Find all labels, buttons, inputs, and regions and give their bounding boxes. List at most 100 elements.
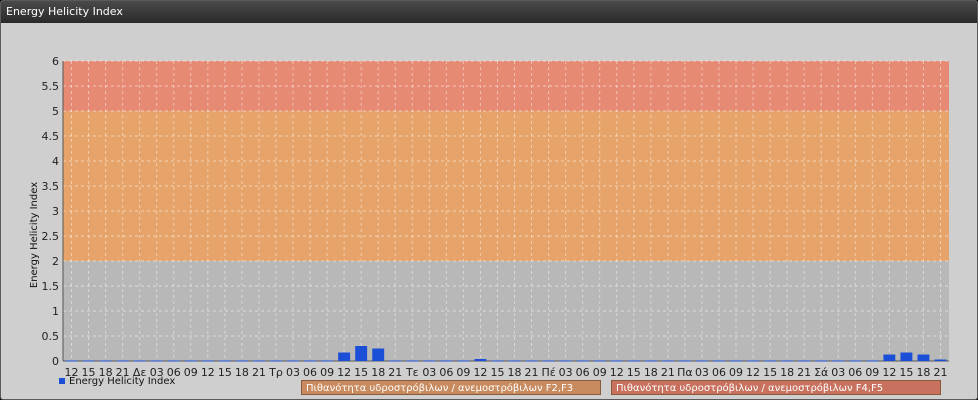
x-tick-label: 03 (286, 366, 300, 379)
bar (372, 348, 385, 361)
bar (474, 359, 487, 361)
x-tick-label: 18 (371, 366, 385, 379)
bar (730, 360, 742, 362)
x-tick-label: 09 (729, 366, 743, 379)
legend-band-f4f5: Πιθανότητα υδροστρόβιλων / ανεμοστρόβιλω… (611, 380, 941, 395)
legend-band-f2f3: Πιθανότητα υδροστρόβιλων / ανεμοστρόβιλω… (301, 380, 601, 395)
bar (99, 360, 112, 362)
bar (900, 352, 913, 361)
y-axis-label: Energy Helicity Index (29, 182, 40, 288)
x-tick-label: 15 (354, 366, 368, 379)
bar (627, 360, 640, 362)
x-tick-label: Πα (677, 366, 693, 379)
x-tick-label: Τε (405, 366, 419, 379)
x-tick-label: 09 (320, 366, 334, 379)
x-tick-label: 03 (831, 366, 845, 379)
x-tick-label: 21 (525, 366, 539, 379)
y-tick-label: 1 (52, 305, 59, 318)
bar (218, 360, 231, 362)
x-tick-label: 21 (933, 366, 947, 379)
bar (525, 360, 538, 362)
bar (559, 360, 572, 362)
window-title: Energy Helicity Index (1, 1, 977, 23)
x-tick-label: 06 (712, 366, 726, 379)
y-tick-label: 4.5 (42, 130, 60, 143)
bar (133, 360, 146, 362)
x-tick-label: 15 (899, 366, 913, 379)
bar (252, 360, 265, 362)
bar (338, 352, 351, 361)
bar (661, 360, 674, 362)
y-tick-label: 4 (52, 155, 59, 168)
bar (304, 360, 317, 362)
x-tick-label: 03 (559, 366, 573, 379)
bar (508, 360, 521, 362)
bar (695, 360, 708, 362)
bar (713, 360, 725, 362)
x-tick-label: Πέ (541, 366, 555, 379)
bar (423, 360, 436, 362)
x-tick-label: 18 (508, 366, 522, 379)
bar (764, 360, 777, 362)
x-tick-label: 15 (627, 366, 641, 379)
x-tick-label: 06 (303, 366, 317, 379)
x-tick-label: 15 (490, 366, 504, 379)
bar (65, 360, 78, 362)
bar (116, 360, 129, 362)
x-tick-label: 09 (593, 366, 607, 379)
bar (235, 360, 248, 362)
bar (321, 360, 334, 362)
bar (82, 360, 95, 362)
y-tick-label: 2.5 (42, 230, 60, 243)
y-tick-label: 0 (52, 355, 59, 368)
x-tick-label: 21 (797, 366, 811, 379)
bar (934, 359, 947, 361)
bar (491, 360, 504, 362)
chart-area: 00.511.522.533.544.555.5612 15 18 21 Δε 03 06 0… (29, 55, 949, 379)
bar (542, 360, 555, 362)
x-tick-label: 09 (184, 366, 198, 379)
bar (355, 346, 368, 361)
chart-panel: Energy Helicity Index 0 0.5 1 1.5 2 2.5 3 3.5 4 4… (0, 0, 978, 400)
bar (593, 360, 606, 362)
bar (150, 360, 163, 362)
bar (883, 354, 896, 361)
legend-series-swatch (59, 378, 65, 384)
x-tick-label: 18 (916, 366, 930, 379)
legend-series-label: Energy Helicity Index (69, 376, 176, 387)
x-tick-label: 06 (848, 366, 862, 379)
x-tick-label: 21 (388, 366, 402, 379)
x-tick-label: 15 (218, 366, 232, 379)
y-tick-label: 3 (52, 205, 59, 218)
x-tick-label: 12 (473, 366, 487, 379)
bar (440, 360, 453, 362)
x-tick-label: 12 (882, 366, 896, 379)
x-tick-label: 18 (644, 366, 658, 379)
x-tick-label: 12 (337, 366, 351, 379)
y-tick-label: 2 (52, 255, 59, 268)
bar (866, 360, 879, 362)
x-tick-label: 06 (439, 366, 453, 379)
x-tick-label: 12 (201, 366, 215, 379)
bar (644, 360, 657, 362)
x-tick-label: 21 (252, 366, 266, 379)
bar (270, 360, 282, 362)
x-tick-label: 15 (763, 366, 777, 379)
bar (832, 360, 845, 362)
bar (389, 360, 402, 362)
y-tick-label: 3.5 (42, 180, 60, 193)
x-tick-label: 18 (235, 366, 249, 379)
y-tick-label: 1.5 (42, 280, 60, 293)
y-tick-label: 5.5 (42, 80, 60, 93)
x-tick-label: 03 (422, 366, 436, 379)
x-tick-label: 03 (695, 366, 709, 379)
bar (917, 354, 930, 361)
x-tick-label: 18 (780, 366, 794, 379)
bar (781, 360, 794, 362)
bar (457, 360, 470, 362)
x-tick-label: 21 (661, 366, 675, 379)
bar (798, 360, 811, 362)
y-tick-label: 0.5 (42, 330, 60, 343)
x-tick-label: Σά (814, 366, 828, 379)
legend-series: Energy Helicity Index (59, 376, 175, 388)
